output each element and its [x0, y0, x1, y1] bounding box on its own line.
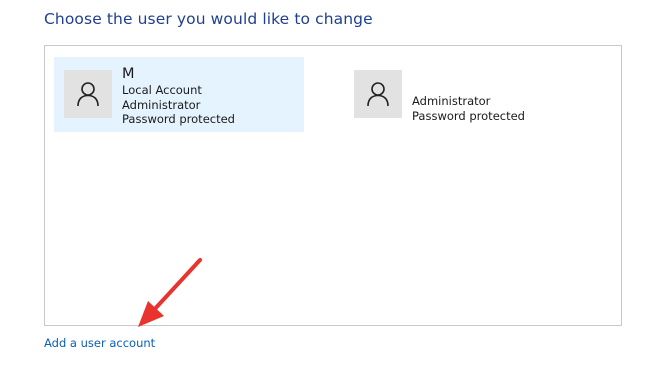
- page-title: Choose the user you would like to change: [44, 10, 373, 28]
- account-info: M Local Account Administrator Password p…: [122, 65, 235, 127]
- account-tile-m[interactable]: M Local Account Administrator Password p…: [54, 57, 304, 132]
- account-name: M: [122, 66, 135, 82]
- account-role: Administrator: [122, 97, 201, 112]
- user-avatar: [64, 70, 112, 118]
- user-avatar: [354, 70, 402, 118]
- account-password-status: Password protected: [122, 112, 235, 126]
- account-tile-administrator[interactable]: Administrator Password protected: [344, 57, 594, 132]
- account-role: Administrator: [412, 94, 491, 108]
- user-silhouette-icon: [77, 82, 99, 107]
- user-accounts-page: Choose the user you would like to change…: [0, 0, 658, 383]
- account-type: Local Account: [122, 83, 202, 97]
- annotation-arrow-icon: [138, 258, 202, 327]
- account-password-status: Password protected: [412, 108, 525, 123]
- add-user-account-link[interactable]: Add a user account: [44, 336, 155, 350]
- account-info: Administrator Password protected: [412, 94, 525, 123]
- user-silhouette-icon: [367, 82, 389, 107]
